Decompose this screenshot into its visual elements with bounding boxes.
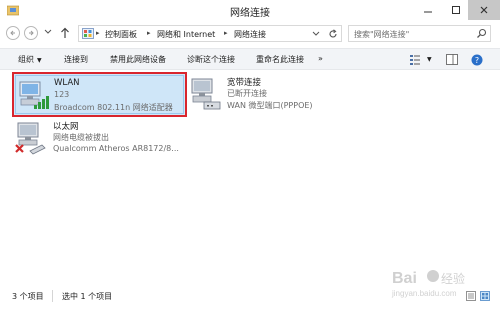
connect-to-button[interactable]: 连接到 bbox=[64, 54, 88, 65]
connection-device: Qualcomm Atheros AR8172/8... bbox=[53, 144, 179, 153]
organize-label: 组织 bbox=[18, 55, 34, 64]
item-count: 3 个项目 bbox=[12, 292, 44, 301]
change-view-icon[interactable] bbox=[410, 54, 424, 65]
arrow-left-icon bbox=[10, 30, 15, 36]
connection-device: WAN 微型端口(PPPOE) bbox=[227, 101, 313, 110]
svg-text:经验: 经验 bbox=[441, 271, 465, 286]
maximize-button[interactable] bbox=[442, 0, 470, 20]
more-commands-button[interactable]: » bbox=[318, 54, 323, 63]
wifi-adapter-icon bbox=[19, 81, 49, 109]
breadcrumb-separator: ▸ bbox=[147, 29, 151, 37]
minimize-icon bbox=[424, 11, 432, 13]
diagnose-connection-button[interactable]: 诊断这个连接 bbox=[187, 54, 235, 65]
breadcrumb-separator: ▸ bbox=[96, 29, 100, 37]
connection-item-ethernet[interactable]: 以太网 网络电缆被拔出 Qualcomm Atheros AR8172/8... bbox=[14, 118, 189, 162]
svg-text:Bai: Bai bbox=[392, 270, 417, 287]
organize-menu[interactable]: 组织 ▼ bbox=[18, 54, 42, 65]
close-icon bbox=[480, 6, 488, 14]
connection-status: 123 bbox=[54, 90, 70, 99]
recent-locations-dropdown[interactable] bbox=[44, 29, 52, 35]
breadcrumb-control-panel[interactable]: 控制面板 bbox=[105, 29, 137, 40]
preview-pane-icon[interactable] bbox=[446, 54, 458, 65]
breadcrumb-network-internet[interactable]: 网络和 Internet bbox=[157, 29, 215, 40]
view-options-dropdown[interactable]: ▼ bbox=[427, 56, 432, 63]
back-button[interactable] bbox=[6, 26, 20, 40]
connection-name: 宽带连接 bbox=[227, 78, 262, 88]
connection-name: WLAN bbox=[54, 78, 80, 88]
broadband-modem-icon bbox=[191, 78, 221, 110]
address-dropdown-icon[interactable] bbox=[312, 31, 320, 37]
connection-name: 以太网 bbox=[53, 122, 79, 132]
navigation-bar: ▸ 控制面板 ▸ 网络和 Internet ▸ 网络连接 搜索"网络连接" bbox=[0, 22, 500, 44]
arrow-right-icon bbox=[29, 30, 34, 36]
site-watermark-logo: Bai 经验 jingyan.baidu.com bbox=[391, 270, 465, 298]
ethernet-disconnected-icon bbox=[15, 122, 46, 155]
search-placeholder: 搜索"网络连接" bbox=[354, 30, 410, 39]
breadcrumb-network-connections[interactable]: 网络连接 bbox=[234, 29, 266, 40]
up-arrow-icon[interactable] bbox=[60, 27, 70, 39]
close-button[interactable] bbox=[468, 0, 500, 20]
selected-count: 选中 1 个项目 bbox=[62, 292, 113, 301]
connection-status: 已断开连接 bbox=[227, 89, 267, 98]
refresh-icon[interactable] bbox=[328, 29, 338, 39]
search-icon[interactable] bbox=[476, 28, 487, 39]
forward-button[interactable] bbox=[24, 26, 38, 40]
command-bar: 组织 ▼ 连接到 禁用此网络设备 诊断这个连接 重命名此连接 » ▼ ? bbox=[0, 48, 500, 70]
svg-text:jingyan.baidu.com: jingyan.baidu.com bbox=[391, 289, 457, 298]
minimize-button[interactable] bbox=[414, 0, 442, 20]
disable-device-button[interactable]: 禁用此网络设备 bbox=[110, 54, 166, 65]
status-divider bbox=[52, 290, 53, 302]
rename-connection-button[interactable]: 重命名此连接 bbox=[256, 54, 304, 65]
title-bar: 网络连接 bbox=[0, 0, 500, 22]
breadcrumb-separator: ▸ bbox=[224, 29, 228, 37]
help-icon[interactable]: ? bbox=[471, 54, 483, 66]
search-input[interactable]: 搜索"网络连接" bbox=[348, 25, 491, 42]
connections-list: WLAN 123 Broadcom 802.11n 网络适配器 宽带连接 已断开… bbox=[0, 70, 500, 285]
maximize-icon bbox=[452, 6, 460, 14]
control-panel-icon bbox=[82, 28, 94, 39]
connection-device: Broadcom 802.11n 网络适配器 bbox=[54, 103, 173, 112]
connection-item-broadband[interactable]: 宽带连接 已断开连接 WAN 微型端口(PPPOE) bbox=[190, 74, 365, 118]
svg-text:?: ? bbox=[475, 56, 479, 65]
chevron-down-icon: ▼ bbox=[37, 57, 42, 64]
address-box[interactable]: ▸ 控制面板 ▸ 网络和 Internet ▸ 网络连接 bbox=[78, 25, 342, 42]
connection-status: 网络电缆被拔出 bbox=[53, 133, 109, 142]
connection-item-wlan[interactable]: WLAN 123 Broadcom 802.11n 网络适配器 bbox=[12, 72, 187, 117]
